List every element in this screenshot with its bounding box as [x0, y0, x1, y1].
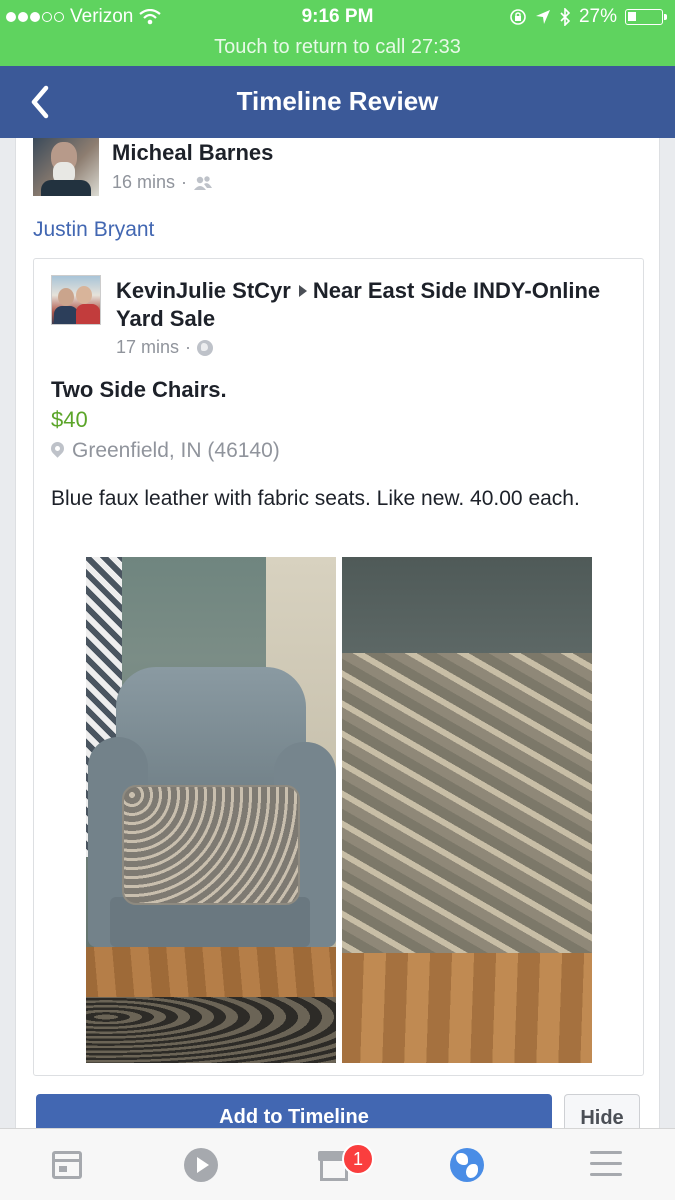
globe-icon [450, 1148, 484, 1182]
listing-location-text: Greenfield, IN (46140) [72, 439, 280, 462]
tab-notifications[interactable] [430, 1129, 510, 1200]
nav-bar: Timeline Review [0, 66, 675, 138]
notification-badge: 1 [342, 1143, 374, 1175]
arrow-right-icon [298, 285, 307, 298]
shared-post-meta: 17 mins · [116, 337, 214, 358]
tab-news-feed[interactable] [26, 1129, 106, 1200]
listing-location: Greenfield, IN (46140) [51, 439, 280, 463]
shared-post-time[interactable]: 17 mins [116, 337, 179, 358]
tab-video[interactable] [160, 1129, 240, 1200]
listing-title: Two Side Chairs. [51, 377, 227, 402]
meta-separator: · [185, 337, 192, 357]
bluetooth-icon [560, 8, 571, 26]
return-to-call-banner[interactable]: Touch to return to call 27:33 [0, 36, 675, 59]
avatar[interactable] [33, 138, 99, 196]
meta-separator: · [181, 172, 188, 192]
status-bar: Verizon 9:16 PM 27% Touch to return to c… [0, 0, 675, 66]
tab-menu[interactable] [566, 1129, 646, 1200]
news-feed-icon [52, 1151, 82, 1179]
location-pin-icon [51, 442, 64, 460]
location-arrow-icon [535, 10, 550, 24]
battery-icon [625, 9, 667, 25]
tab-marketplace[interactable]: 1 [296, 1129, 376, 1200]
video-icon [184, 1148, 218, 1182]
seat-fabric-photo[interactable] [342, 557, 592, 1063]
globe-icon [197, 339, 214, 356]
post-meta: 16 mins · [112, 172, 213, 193]
menu-icon [590, 1151, 622, 1177]
shared-post[interactable]: KevinJulie StCyr Near East Side INDY-Onli… [33, 258, 644, 1076]
friends-icon [194, 175, 213, 190]
timeline-review-card: Micheal Barnes 16 mins · Justin Bryant K… [15, 138, 660, 1138]
shared-author-avatar[interactable] [51, 275, 101, 325]
shared-post-header: KevinJulie StCyr Near East Side INDY-Onli… [116, 277, 616, 333]
post-author[interactable]: Micheal Barnes [112, 140, 273, 166]
post-time[interactable]: 16 mins [112, 172, 175, 193]
page-title: Timeline Review [236, 86, 439, 116]
tab-bar: 1 [0, 1128, 675, 1200]
battery-percent: 27% [578, 6, 617, 27]
listing-description: Blue faux leather with fabric seats. Lik… [51, 487, 580, 510]
tagged-friend[interactable]: Justin Bryant [33, 218, 154, 242]
listing-price: $40 [51, 407, 88, 432]
orientation-lock-icon [510, 9, 526, 25]
shared-author[interactable]: KevinJulie StCyr [116, 278, 291, 303]
chair-photo[interactable] [86, 557, 336, 1063]
